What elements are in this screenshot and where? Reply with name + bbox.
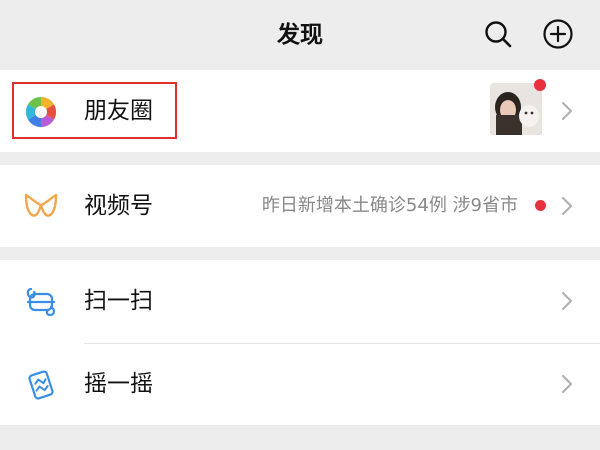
channels-group: 视频号 昨日新增本土确诊54例 涉9省市 bbox=[0, 165, 600, 247]
moments-new-dot bbox=[534, 79, 546, 91]
chevron-right-icon bbox=[561, 291, 573, 311]
highlight-annotation-box bbox=[12, 82, 177, 139]
menu-item-channels[interactable]: 视频号 昨日新增本土确诊54例 涉9省市 bbox=[0, 165, 600, 247]
chevron-right-icon bbox=[561, 374, 573, 394]
tools-group: 扫一扫 摇一摇 bbox=[0, 260, 600, 425]
channels-new-dot bbox=[535, 200, 546, 211]
channels-icon bbox=[22, 188, 60, 226]
search-icon[interactable] bbox=[481, 17, 515, 51]
chevron-right-icon bbox=[561, 196, 573, 216]
menu-item-label: 视频号 bbox=[84, 193, 153, 219]
menu-item-label: 摇一摇 bbox=[84, 371, 153, 397]
plus-circle-icon[interactable] bbox=[541, 17, 575, 51]
menu-item-scan[interactable]: 扫一扫 bbox=[0, 260, 600, 342]
menu-item-shake[interactable]: 摇一摇 bbox=[0, 343, 600, 425]
channels-notice-text: 昨日新增本土确诊54例 涉9省市 bbox=[261, 195, 518, 216]
menu-item-label: 扫一扫 bbox=[84, 288, 153, 314]
scan-icon bbox=[22, 283, 60, 321]
shake-icon bbox=[22, 366, 60, 404]
chevron-right-icon bbox=[561, 101, 573, 121]
moments-latest-avatar bbox=[490, 83, 542, 135]
top-bar: 发现 bbox=[0, 0, 600, 70]
